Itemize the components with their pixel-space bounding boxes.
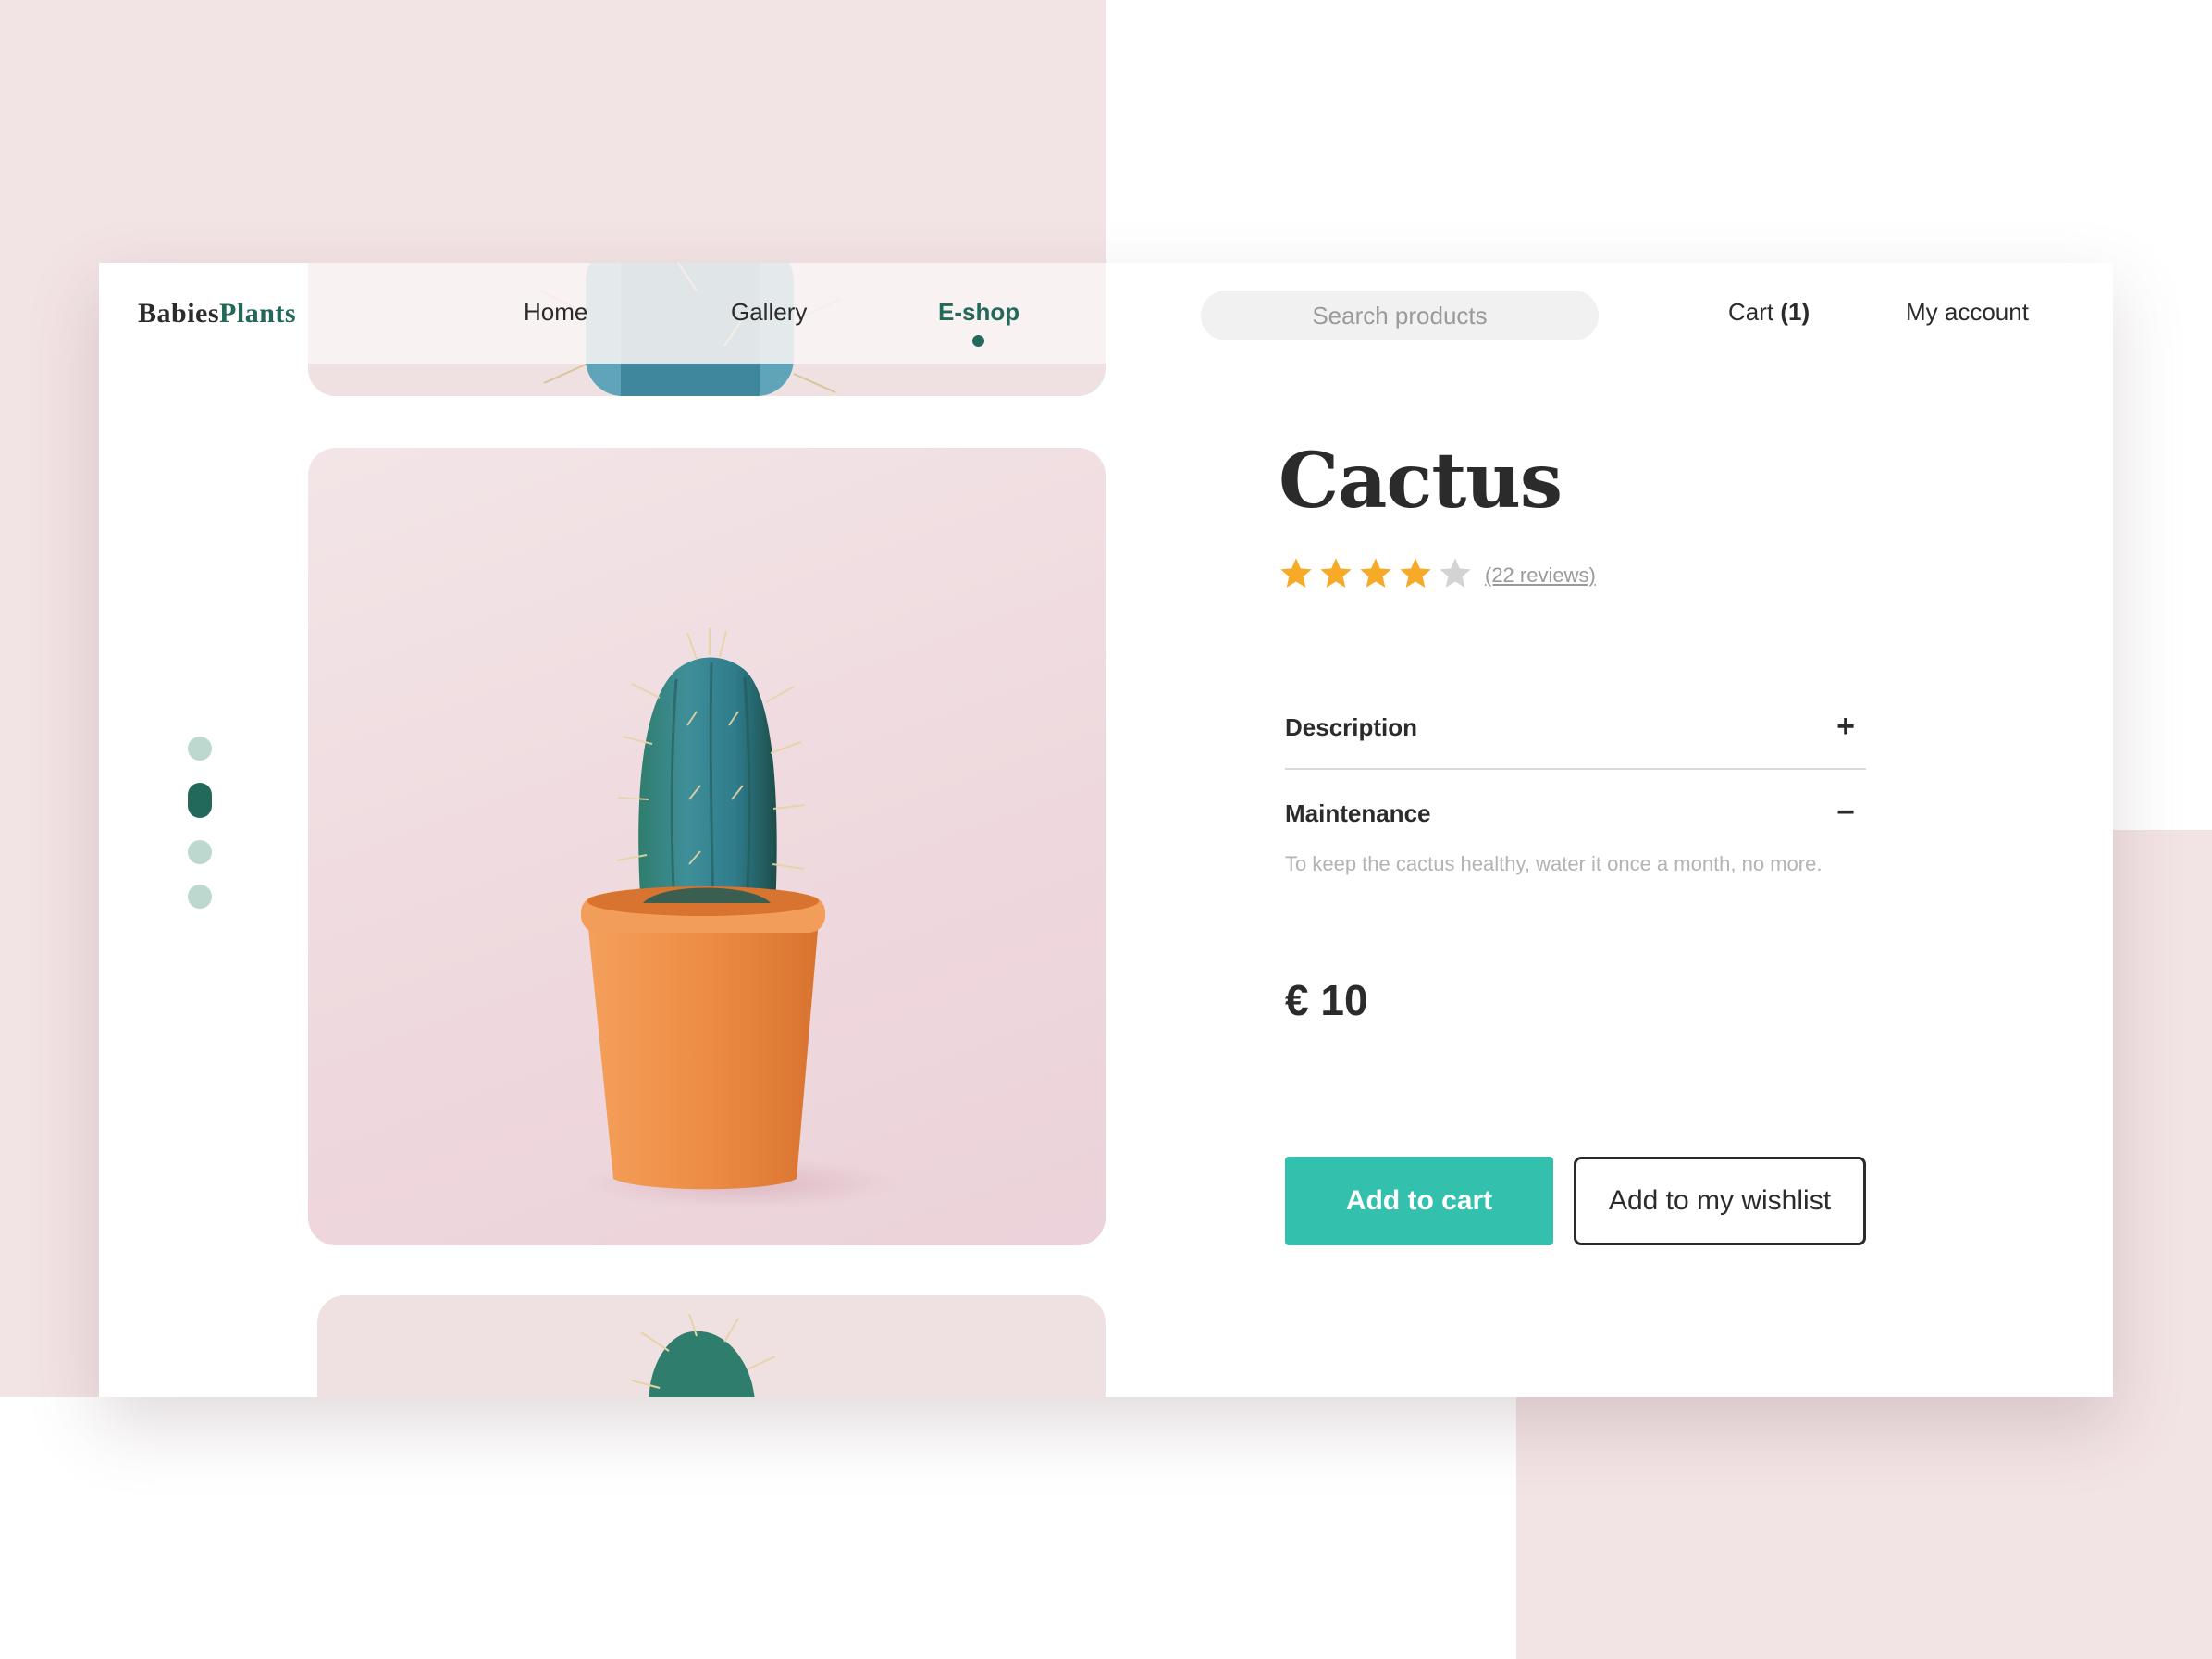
star-filled-icon [1360,558,1391,588]
plus-icon[interactable]: + [1836,711,1855,742]
add-to-wishlist-button[interactable]: Add to my wishlist [1574,1157,1866,1245]
nav-active-indicator [972,335,984,347]
cart-link[interactable]: Cart (1) [1728,298,1810,327]
accordion-maintenance-body: To keep the cactus healthy, water it onc… [1285,852,1823,875]
cactus-illustration [581,628,900,1209]
accordion-divider [1285,768,1866,770]
cart-count: (1) [1780,298,1810,326]
nav-item-eshop[interactable]: E-shop [938,298,1019,327]
brand-logo[interactable]: BabiesPlants [138,298,296,329]
gallery-dot-1[interactable] [188,737,212,761]
accordion-maintenance-title: Maintenance [1285,799,1431,827]
star-filled-icon [1320,558,1352,588]
accordion-description[interactable]: Description + [1285,711,1866,750]
product-price: € 10 [1285,976,1368,1024]
nav-item-gallery[interactable]: Gallery [731,298,807,327]
gallery-next-image[interactable] [317,1295,1106,1397]
cactus-image-bottom [317,1295,1106,1397]
gallery-dot-3[interactable] [188,840,212,864]
star-filled-icon [1280,558,1312,588]
gallery-dot-2[interactable] [188,783,212,818]
my-account-link[interactable]: My account [1906,298,2029,327]
minus-icon[interactable]: − [1836,797,1855,828]
accordion-maintenance[interactable]: Maintenance − [1285,797,1866,836]
brand-logo-part2: Plants [219,298,297,328]
star-empty-icon [1440,558,1471,588]
product-main-image [308,448,1106,1245]
star-filled-icon [1400,558,1431,588]
cart-label: Cart [1728,298,1774,326]
product-title: Cactus [1279,437,1563,526]
gallery-dot-4[interactable] [188,885,212,909]
product-card: BabiesPlants Home Gallery E-shop Cart (1… [99,263,2113,1397]
nav-item-home[interactable]: Home [524,298,587,327]
search-input[interactable] [1201,291,1599,340]
add-to-cart-button[interactable]: Add to cart [1285,1157,1553,1245]
accordion-description-title: Description [1285,713,1418,741]
reviews-link[interactable]: (22 reviews) [1485,563,1596,588]
brand-logo-part1: Babies [138,298,220,328]
